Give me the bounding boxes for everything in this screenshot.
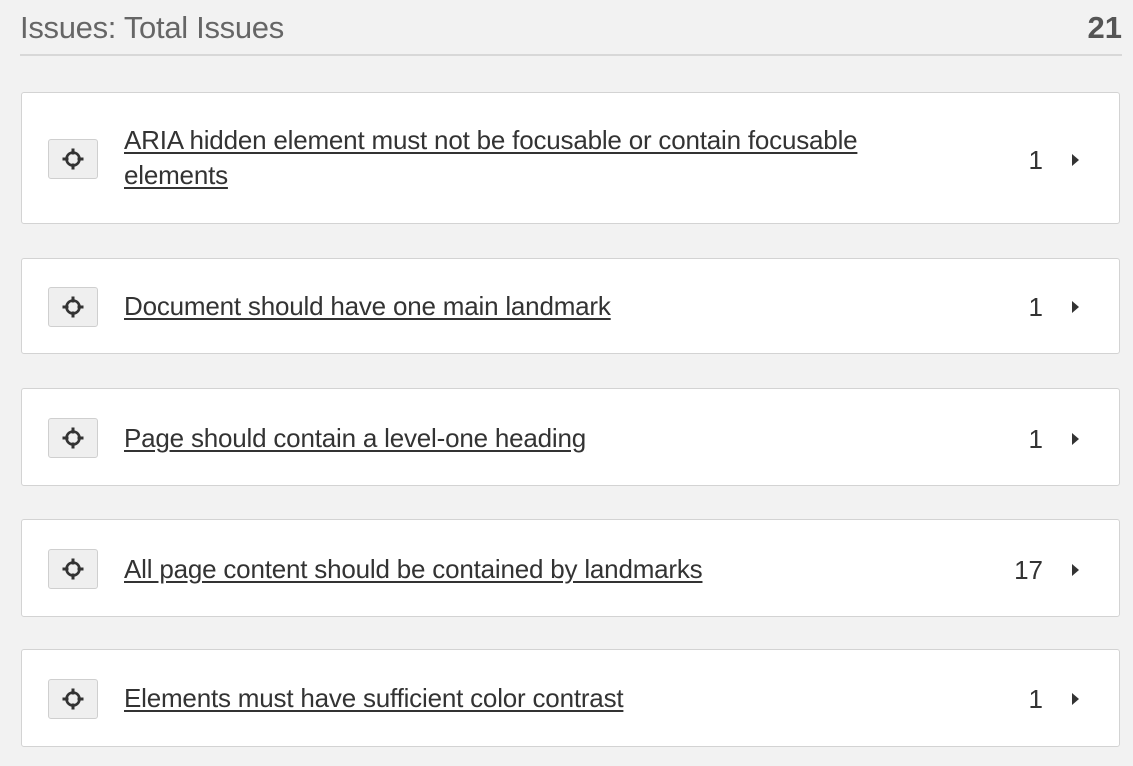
crosshair-target-icon [62, 688, 84, 710]
chevron-right-icon[interactable] [1072, 433, 1079, 445]
issue-card[interactable]: Elements must have sufficient color cont… [21, 649, 1120, 747]
issue-count: 1 [1028, 684, 1043, 714]
issue-card[interactable]: Page should contain a level-one heading … [21, 388, 1120, 486]
issue-card[interactable]: Document should have one main landmark 1 [21, 258, 1120, 354]
issue-count: 17 [1014, 555, 1043, 585]
issues-header-title: Issues: Total Issues [20, 10, 284, 45]
highlight-target-button[interactable] [48, 549, 98, 589]
issue-link[interactable]: Elements must have sufficient color cont… [124, 681, 934, 716]
issues-total-count: 21 [1087, 10, 1122, 45]
highlight-target-button[interactable] [48, 418, 98, 458]
issue-count: 1 [1028, 145, 1043, 175]
chevron-right-icon[interactable] [1072, 564, 1079, 576]
issue-count: 1 [1028, 424, 1043, 454]
highlight-target-button[interactable] [48, 287, 98, 327]
crosshair-target-icon [62, 296, 84, 318]
highlight-target-button[interactable] [48, 679, 98, 719]
crosshair-target-icon [62, 148, 84, 170]
issue-link[interactable]: Document should have one main landmark [124, 289, 934, 324]
issue-link[interactable]: All page content should be contained by … [124, 552, 934, 587]
chevron-right-icon[interactable] [1072, 693, 1079, 705]
crosshair-target-icon [62, 427, 84, 449]
chevron-right-icon[interactable] [1072, 301, 1079, 313]
issue-count: 1 [1028, 292, 1043, 322]
highlight-target-button[interactable] [48, 139, 98, 179]
issue-link[interactable]: ARIA hidden element must not be focusabl… [124, 123, 934, 193]
issue-card[interactable]: ARIA hidden element must not be focusabl… [21, 92, 1120, 224]
chevron-right-icon[interactable] [1072, 154, 1079, 166]
crosshair-target-icon [62, 558, 84, 580]
issue-link[interactable]: Page should contain a level-one heading [124, 421, 934, 456]
issue-card[interactable]: All page content should be contained by … [21, 519, 1120, 617]
issues-header: Issues: Total Issues 21 [20, 0, 1122, 56]
